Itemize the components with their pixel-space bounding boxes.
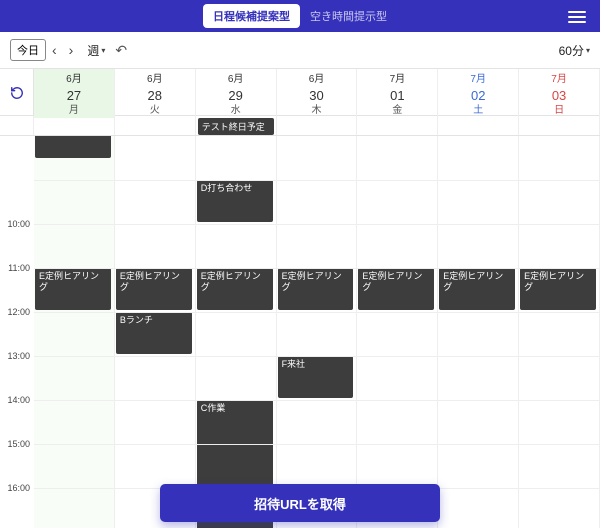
time-label: 12:00 [7, 307, 30, 317]
view-dropdown[interactable]: 週 ▾ [87, 42, 105, 59]
allday-row: テスト終日予定 [0, 116, 600, 136]
day-column[interactable]: D打ち合わせE定例ヒアリングC作業 [196, 136, 277, 528]
day-date: 27 [34, 87, 114, 105]
chevron-down-icon: ▾ [101, 46, 105, 55]
day-column[interactable]: E定例ヒアリング F来社 [277, 136, 358, 528]
calendar-event[interactable] [35, 136, 111, 158]
toolbar: 今日 ‹ › 週 ▾ ↶ 60分 ▾ [0, 32, 600, 68]
menu-icon[interactable] [568, 8, 586, 26]
duration-label: 60分 [559, 42, 584, 59]
day-column[interactable]: E定例ヒアリング [34, 136, 115, 528]
tab-proposal[interactable]: 日程候補提案型 [203, 4, 300, 28]
undo-button[interactable]: ↶ [115, 42, 127, 59]
day-header[interactable]: 6月27月 [34, 69, 115, 118]
day-header[interactable]: 6月30木 [277, 69, 358, 118]
next-button[interactable]: › [63, 42, 80, 58]
time-scale: 10:0011:0012:0013:0014:0015:0016:0017:00… [0, 136, 34, 528]
day-month: 6月 [277, 73, 357, 87]
calendar-grid[interactable]: 10:0011:0012:0013:0014:0015:0016:0017:00… [0, 136, 600, 528]
day-month: 7月 [438, 73, 518, 87]
chevron-down-icon: ▾ [586, 46, 590, 55]
day-column[interactable]: E定例ヒアリング [438, 136, 519, 528]
calendar-event[interactable]: E定例ヒアリング [197, 268, 273, 310]
duration-dropdown[interactable]: 60分 ▾ [559, 42, 590, 59]
calendar-event[interactable]: E定例ヒアリング [358, 268, 434, 310]
calendar-event[interactable]: E定例ヒアリング [278, 268, 354, 310]
allday-event[interactable]: テスト終日予定 [198, 118, 274, 135]
tab-free-time[interactable]: 空き時間提示型 [300, 4, 397, 28]
calendar-event[interactable]: E定例ヒアリング [520, 268, 596, 310]
allday-cell[interactable] [34, 116, 115, 135]
day-month: 6月 [115, 73, 195, 87]
calendar: 6月27月6月28火6月29水6月30木7月01金7月02土7月03日 テスト終… [0, 68, 600, 528]
day-header[interactable]: 7月03日 [519, 69, 600, 118]
calendar-event[interactable]: E定例ヒアリング [116, 268, 192, 310]
day-month: 7月 [357, 73, 437, 87]
allday-cell[interactable] [277, 116, 358, 135]
time-label: 11:00 [8, 263, 30, 273]
day-column[interactable]: E定例ヒアリングBランチ [115, 136, 196, 528]
calendar-event[interactable]: D打ち合わせ [197, 180, 273, 222]
prev-button[interactable]: ‹ [46, 42, 63, 58]
mode-tabs: 日程候補提案型 空き時間提示型 [203, 4, 397, 28]
topbar: 日程候補提案型 空き時間提示型 [0, 0, 600, 32]
calendar-event[interactable]: F来社 [278, 356, 354, 398]
time-label: 16:00 [7, 483, 30, 493]
allday-cell[interactable] [115, 116, 196, 135]
day-header[interactable]: 6月29水 [196, 69, 277, 118]
day-header[interactable]: 7月02土 [438, 69, 519, 118]
time-label: 15:00 [7, 439, 30, 449]
day-date: 30 [277, 87, 357, 105]
calendar-header: 6月27月6月28火6月29水6月30木7月01金7月02土7月03日 [0, 68, 600, 116]
allday-cell[interactable] [357, 116, 438, 135]
time-label: 13:00 [7, 351, 30, 361]
time-label: 14:00 [7, 395, 30, 405]
day-date: 02 [438, 87, 518, 105]
allday-cell[interactable] [438, 116, 519, 135]
allday-gutter [0, 116, 34, 135]
day-column[interactable]: E定例ヒアリング [519, 136, 600, 528]
day-month: 7月 [519, 73, 599, 87]
day-header[interactable]: 6月28火 [115, 69, 196, 118]
day-month: 6月 [196, 73, 276, 87]
today-button[interactable]: 今日 [10, 39, 46, 61]
day-date: 28 [115, 87, 195, 105]
day-date: 29 [196, 87, 276, 105]
day-month: 6月 [34, 73, 114, 87]
reload-button[interactable] [0, 69, 34, 118]
allday-cell[interactable] [519, 116, 600, 135]
time-label: 10:00 [7, 219, 30, 229]
calendar-event[interactable]: Bランチ [116, 312, 192, 354]
view-dropdown-label: 週 [87, 42, 99, 59]
day-date: 03 [519, 87, 599, 105]
day-date: 01 [357, 87, 437, 105]
allday-cell[interactable]: テスト終日予定 [196, 116, 277, 135]
day-column[interactable]: E定例ヒアリング [357, 136, 438, 528]
calendar-event[interactable]: E定例ヒアリング [439, 268, 515, 310]
calendar-event[interactable]: E定例ヒアリング [35, 268, 111, 310]
day-header[interactable]: 7月01金 [357, 69, 438, 118]
get-invite-url-button[interactable]: 招待URLを取得 [160, 484, 440, 522]
